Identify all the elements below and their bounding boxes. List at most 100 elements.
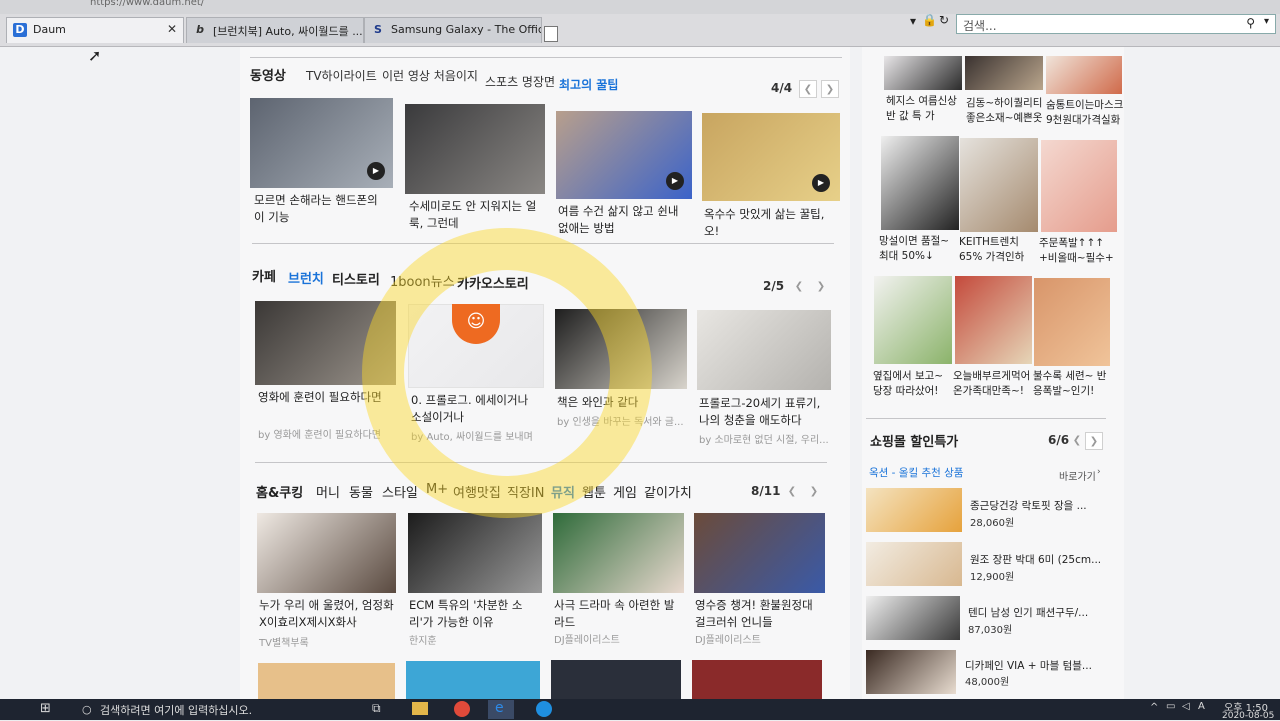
edge-icon[interactable] [536,701,552,717]
shop-thumb-3[interactable] [1046,56,1122,94]
new-tab-icon[interactable] [544,26,558,42]
video-caption-1[interactable]: 모르면 손해라는 핸드폰의 이 기능 [254,192,389,226]
dropdown-icon[interactable]: ▾ [910,14,916,28]
search-icon[interactable]: ○ [82,703,92,716]
prev-arrow-icon[interactable]: ❮ [1068,432,1086,450]
life-thumb-4[interactable] [694,513,825,593]
next-arrow-icon[interactable]: ❯ [1085,432,1103,450]
life-thumb-8[interactable] [692,660,822,699]
video-section-title[interactable]: 동영상 [250,65,286,84]
product-title-2[interactable]: 원조 장판 박대 6미 (25cm... [970,552,1101,567]
life-source-3[interactable]: DJ플레이리스트 [554,631,620,646]
cafe-thumb-4[interactable] [697,310,831,390]
cafe-caption-4[interactable]: 프롤로그-20세기 표류기, 나의 청춘을 애도하다 [699,395,829,429]
search-dropdown-icon[interactable]: ▾ [1264,16,1269,27]
internet-explorer-icon[interactable]: e [495,700,504,716]
tab-money[interactable]: 머니 [316,482,340,501]
life-thumb-1[interactable] [257,513,396,593]
life-caption-4[interactable]: 영수증 챙겨! 환불원정대 걸크러쉬 언니들 [695,597,825,631]
tab-tv-highlight[interactable]: TV하이라이트 [306,67,377,84]
tab-game[interactable]: 게임 [613,482,637,501]
prev-arrow-icon[interactable]: ❮ [783,483,801,501]
life-source-1[interactable]: TV별책부록 [259,634,309,649]
tab-sports[interactable]: 스포츠 명장면 [485,73,555,90]
url-text[interactable]: https://www.daum.net/ [90,0,204,8]
ime-icon[interactable]: A [1198,701,1205,712]
video-caption-3[interactable]: 여름 수건 삶지 않고 쉰내 없애는 방법 [558,203,688,237]
file-explorer-icon[interactable] [412,702,428,715]
shop-caption-9[interactable]: 불수록 세련~ 반응폭발~인기! [1033,369,1111,399]
tab-daum[interactable]: D Daum ✕ [6,17,184,43]
prev-arrow-icon[interactable]: ❮ [790,278,808,296]
tab-brunch[interactable]: b [브런치북] Auto, 싸이월드를 ... [186,17,364,43]
life-source-2[interactable]: 한지훈 [409,632,437,647]
shop-caption-4[interactable]: 망설이면 품절~ 최대 50%↓ [879,234,957,264]
shop-caption-6[interactable]: 주문폭발↑↑↑ +비올때~필수+ [1039,236,1117,266]
next-arrow-icon[interactable]: ❯ [805,483,823,501]
life-thumb-5[interactable] [258,663,395,699]
search-icon[interactable]: ⚲ [1246,16,1255,30]
refresh-icon[interactable]: ↻ [939,13,949,27]
tab-first-video[interactable]: 이런 영상 처음이지 [382,67,478,84]
shop-thumb-4[interactable] [881,136,959,230]
product-title-3[interactable]: 텐디 남성 인기 패션구두/... [968,605,1088,620]
shop-thumb-8[interactable] [955,276,1032,364]
network-icon[interactable]: ▭ [1166,701,1175,712]
shop-caption-5[interactable]: KEITH트렌치 65% 가격인하 [959,235,1037,265]
tab-style[interactable]: 스타일 [382,482,418,501]
video-thumb-2[interactable] [405,104,545,194]
tab-home-cooking[interactable]: 홈&쿠킹 [256,482,303,501]
shop-thumb-1[interactable] [884,56,962,90]
shop-caption-3[interactable]: 숨통트이는마스크 9천원대가격실화 [1046,98,1124,128]
shop-caption-8[interactable]: 오늘배부르게먹어 온가족대만족~! [953,369,1031,399]
close-icon[interactable]: ✕ [167,22,177,36]
product-thumb-2[interactable] [866,542,962,586]
tab-brunch[interactable]: 브런치 [288,268,324,287]
tab-samsung[interactable]: S Samsung Galaxy - The Official... [364,17,542,43]
product-title-4[interactable]: 디카페인 VIA + 마블 텀블... [965,658,1092,673]
shop-thumb-5[interactable] [960,138,1038,232]
tab-cafe[interactable]: 카페 [252,266,276,285]
shop-caption-1[interactable]: 헤지스 여름신상 반 값 특 가 [886,94,962,124]
shop-caption-2[interactable]: 김동~하이퀄리티 좋은소재~예쁜옷 [966,96,1044,126]
life-thumb-6[interactable] [406,661,540,699]
prev-arrow-icon[interactable]: ❮ [799,80,817,98]
shop-caption-7[interactable]: 옆집에서 보고~ 당장 따라샀어! [873,369,951,399]
video-caption-2[interactable]: 수세미로도 안 지워지는 얼룩, 그런데 [409,198,539,232]
shopping-subtitle[interactable]: 옥션 - 올킬 추천 상품 [869,465,963,480]
life-thumb-3[interactable] [553,513,684,593]
mouse-cursor-icon: ➚ [88,46,102,65]
life-caption-3[interactable]: 사극 드라마 속 아련한 발라드 [554,597,684,631]
life-caption-2[interactable]: ECM 특유의 '차분한 소리'가 가능한 이유 [409,597,539,631]
product-thumb-1[interactable] [866,488,962,532]
next-arrow-icon[interactable]: ❯ [821,80,839,98]
life-thumb-2[interactable] [408,513,542,593]
tab-together[interactable]: 같이가치 [644,482,692,501]
cafe-source-1[interactable]: by 영화에 훈련이 필요하다면 [258,426,381,441]
product-thumb-4[interactable] [866,650,956,694]
chrome-icon[interactable] [454,701,470,717]
next-arrow-icon[interactable]: ❯ [812,278,830,296]
cafe-source-4[interactable]: by 소마로현 없던 시절, 우리... [699,431,829,446]
volume-icon[interactable]: ◁ [1182,701,1190,712]
browser-search-input[interactable]: 검색... ⚲ ▾ [956,14,1276,34]
life-caption-1[interactable]: 누가 우리 애 울렸어, 엄정화X이효리X제시X화사 [259,597,394,631]
shop-thumb-7[interactable] [874,276,952,364]
tab-best-tips[interactable]: 최고의 꿀팁 [559,76,618,93]
video-caption-4[interactable]: 옥수수 맛있게 삶는 꿀팁, 오! [704,206,834,240]
task-view-icon[interactable]: ⧉ [372,701,381,716]
shop-thumb-2[interactable] [965,56,1043,90]
shop-thumb-6[interactable] [1041,140,1117,232]
life-thumb-7[interactable] [551,660,681,699]
product-title-1[interactable]: 종근당건강 락토핏 장을 ... [970,498,1087,513]
shop-thumb-9[interactable] [1034,278,1110,366]
product-thumb-3[interactable] [866,596,960,640]
windows-start-icon[interactable]: ⊞ [40,701,51,716]
shopping-more-link[interactable]: 바로가기 [1059,468,1096,483]
life-source-4[interactable]: DJ플레이리스트 [695,631,761,646]
tab-animal[interactable]: 동물 [349,482,373,501]
taskbar-search-input[interactable]: 검색하려면 여기에 입력하십시오. [100,702,252,718]
tab-tistory[interactable]: 티스토리 [332,269,380,288]
tray-chevron-icon[interactable]: ^ [1150,702,1158,713]
shopping-section-title[interactable]: 쇼핑몰 할인특가 [870,431,958,450]
